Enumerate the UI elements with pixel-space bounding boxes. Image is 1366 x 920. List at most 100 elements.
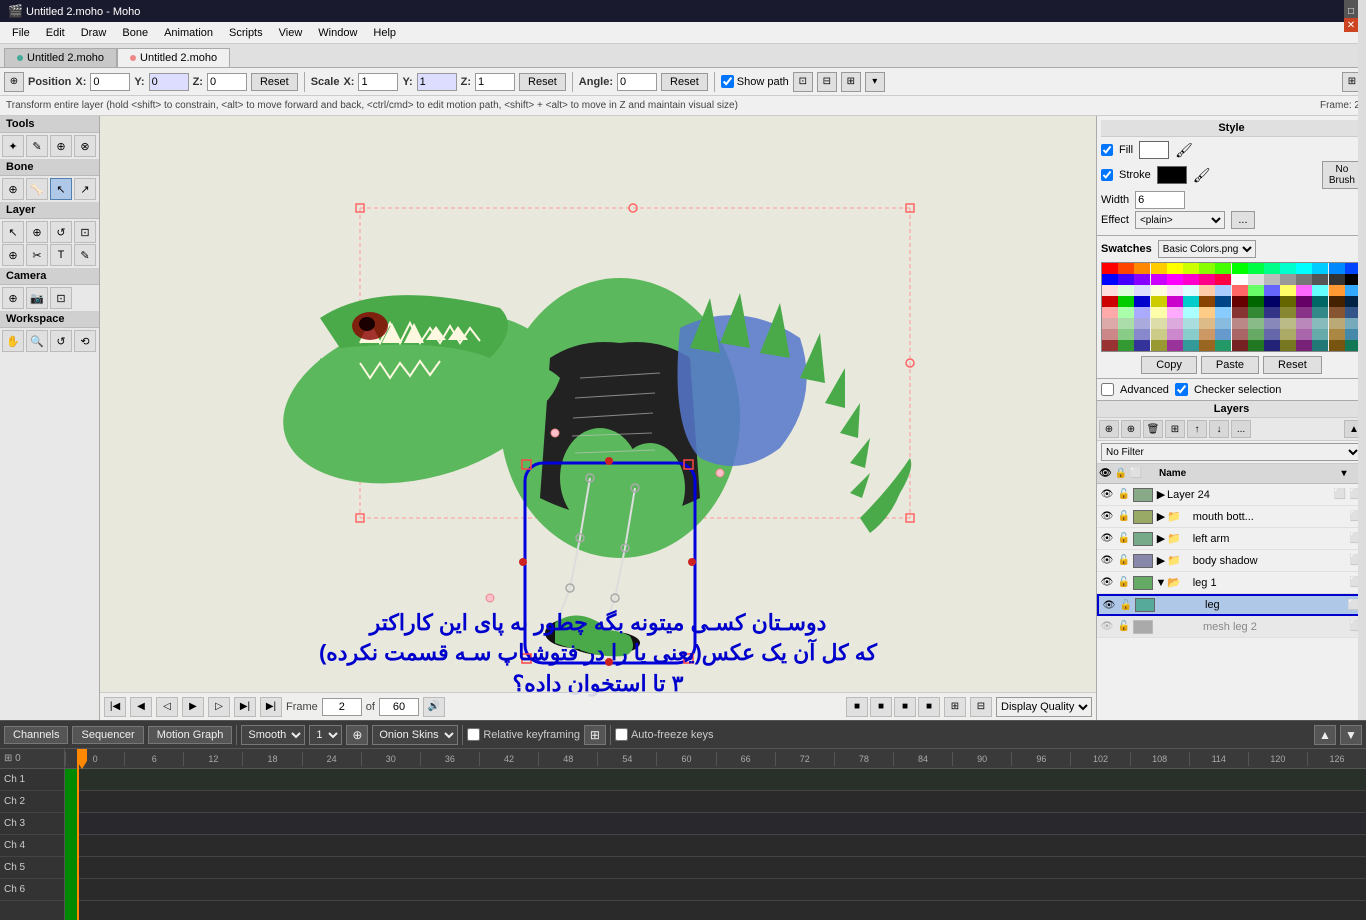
- color-cell-96[interactable]: [1102, 329, 1118, 340]
- workspace-btn-2[interactable]: 🔍: [26, 330, 48, 352]
- color-cell-106[interactable]: [1264, 329, 1280, 340]
- bone-btn-4[interactable]: ↗: [74, 178, 96, 200]
- color-cell-119[interactable]: [1215, 340, 1231, 351]
- color-cell-73[interactable]: [1248, 307, 1264, 318]
- width-input[interactable]: [1135, 191, 1185, 209]
- color-cell-56[interactable]: [1232, 296, 1248, 307]
- color-cell-27[interactable]: [1280, 274, 1296, 285]
- menu-view[interactable]: View: [271, 25, 311, 41]
- layer-btn-3[interactable]: ↺: [50, 221, 72, 243]
- meshleg2-lock[interactable]: 🔓: [1116, 619, 1132, 635]
- layer-row-meshleg2[interactable]: 👁 🔓 mesh leg 2 ⬜: [1097, 616, 1366, 638]
- camera-btn-3[interactable]: ⊡: [50, 287, 72, 309]
- color-cell-113[interactable]: [1118, 340, 1134, 351]
- color-cell-64[interactable]: [1102, 307, 1118, 318]
- color-cell-2[interactable]: [1134, 263, 1150, 274]
- color-cell-41[interactable]: [1248, 285, 1264, 296]
- color-cell-121[interactable]: [1248, 340, 1264, 351]
- layers-tool-2[interactable]: ⊕: [1121, 420, 1141, 438]
- color-cell-25[interactable]: [1248, 274, 1264, 285]
- bodyshadow-visibility[interactable]: 👁: [1099, 553, 1115, 569]
- vp-q3[interactable]: ■: [894, 697, 916, 717]
- layer24-lock[interactable]: 🔓: [1116, 487, 1132, 503]
- color-cell-43[interactable]: [1280, 285, 1296, 296]
- color-cell-0[interactable]: [1102, 263, 1118, 274]
- layer-btn-5[interactable]: ⊕: [2, 244, 24, 266]
- color-cell-110[interactable]: [1329, 329, 1345, 340]
- smooth-select[interactable]: Smooth: [241, 725, 305, 745]
- layers-tool-1[interactable]: ⊕: [1099, 420, 1119, 438]
- bodyshadow-lock[interactable]: 🔓: [1116, 553, 1132, 569]
- color-cell-77[interactable]: [1312, 307, 1328, 318]
- color-cell-125[interactable]: [1312, 340, 1328, 351]
- layers-tool-3[interactable]: 🗑: [1143, 420, 1163, 438]
- layers-tool-7[interactable]: ...: [1231, 420, 1251, 438]
- color-cell-116[interactable]: [1167, 340, 1183, 351]
- relative-icon[interactable]: ⊞: [584, 725, 606, 745]
- layer-btn-7[interactable]: T: [50, 244, 72, 266]
- reset-button[interactable]: Reset: [1263, 356, 1322, 374]
- color-cell-7[interactable]: [1215, 263, 1231, 274]
- color-cell-84[interactable]: [1167, 318, 1183, 329]
- color-cell-118[interactable]: [1199, 340, 1215, 351]
- canvas-area[interactable]: دوسـتان کسـی میتونه بگه چطور به پای این …: [100, 116, 1096, 720]
- color-cell-48[interactable]: [1102, 296, 1118, 307]
- vp-q2[interactable]: ■: [870, 697, 892, 717]
- color-cell-83[interactable]: [1151, 318, 1167, 329]
- tool-btn-3[interactable]: ⊕: [50, 135, 72, 157]
- tl-expand-down[interactable]: ▼: [1340, 725, 1362, 745]
- layers-tool-5[interactable]: ↑: [1187, 420, 1207, 438]
- stroke-color-swatch[interactable]: [1157, 166, 1187, 184]
- color-cell-74[interactable]: [1264, 307, 1280, 318]
- color-cell-42[interactable]: [1264, 285, 1280, 296]
- color-cell-97[interactable]: [1118, 329, 1134, 340]
- color-cell-33[interactable]: [1118, 285, 1134, 296]
- workspace-btn-4[interactable]: ⟲: [74, 330, 96, 352]
- color-cell-3[interactable]: [1151, 263, 1167, 274]
- layer-btn-2[interactable]: ⊕: [26, 221, 48, 243]
- toolbar-icon1[interactable]: ⊡: [793, 72, 813, 92]
- color-cell-51[interactable]: [1151, 296, 1167, 307]
- color-cell-109[interactable]: [1312, 329, 1328, 340]
- color-cell-20[interactable]: [1167, 274, 1183, 285]
- color-cell-52[interactable]: [1167, 296, 1183, 307]
- color-cell-9[interactable]: [1248, 263, 1264, 274]
- tl-track-6[interactable]: [65, 879, 1366, 901]
- advanced-checkbox[interactable]: [1101, 383, 1114, 396]
- color-cell-67[interactable]: [1151, 307, 1167, 318]
- total-frames-input[interactable]: [379, 698, 419, 716]
- color-cell-21[interactable]: [1183, 274, 1199, 285]
- color-cell-26[interactable]: [1264, 274, 1280, 285]
- color-cell-85[interactable]: [1183, 318, 1199, 329]
- relative-keyframing-check[interactable]: Relative keyframing: [467, 728, 580, 741]
- vp-view-toggle[interactable]: ⊞: [944, 697, 966, 717]
- layer-row-leg1[interactable]: 👁 🔓 ▼ 📂 leg 1 ⬜: [1097, 572, 1366, 594]
- toolbar-icon3[interactable]: ⊞: [841, 72, 861, 92]
- color-cell-93[interactable]: [1312, 318, 1328, 329]
- color-cell-105[interactable]: [1248, 329, 1264, 340]
- color-cell-114[interactable]: [1134, 340, 1150, 351]
- color-cell-23[interactable]: [1215, 274, 1231, 285]
- color-cell-45[interactable]: [1312, 285, 1328, 296]
- x-input[interactable]: [90, 73, 130, 91]
- stroke-paint-icon[interactable]: 🖌: [1193, 167, 1211, 184]
- color-cell-55[interactable]: [1215, 296, 1231, 307]
- vp-next-frame[interactable]: ▶|: [234, 697, 256, 717]
- color-cell-70[interactable]: [1199, 307, 1215, 318]
- layer24-extra1[interactable]: ⬜: [1332, 487, 1348, 503]
- paste-button[interactable]: Paste: [1201, 356, 1259, 374]
- color-cell-10[interactable]: [1264, 263, 1280, 274]
- no-brush-button[interactable]: NoBrush: [1322, 161, 1362, 189]
- tab-untitled2[interactable]: Untitled 2.moho: [117, 48, 230, 67]
- color-cell-62[interactable]: [1329, 296, 1345, 307]
- color-cell-32[interactable]: [1102, 285, 1118, 296]
- angle-input[interactable]: [617, 73, 657, 91]
- color-cell-16[interactable]: [1102, 274, 1118, 285]
- vp-prev-frame[interactable]: ◀: [130, 697, 152, 717]
- count-select[interactable]: 1: [309, 725, 342, 745]
- color-cell-5[interactable]: [1183, 263, 1199, 274]
- color-cell-87[interactable]: [1215, 318, 1231, 329]
- tl-track-4[interactable]: [65, 835, 1366, 857]
- color-cell-112[interactable]: [1102, 340, 1118, 351]
- color-cell-122[interactable]: [1264, 340, 1280, 351]
